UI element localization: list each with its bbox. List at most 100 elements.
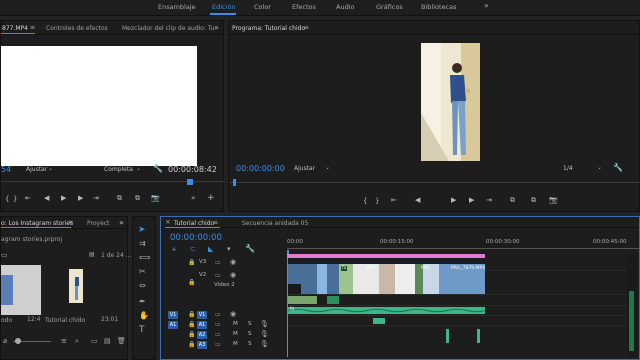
sync-icon[interactable]: ▭: [215, 259, 221, 266]
sync-icon[interactable]: ▭: [215, 321, 221, 328]
track-select-icon[interactable]: ⇉: [139, 239, 146, 248]
tab-effect-controls[interactable]: Controles de efectos: [46, 25, 108, 32]
wrench-icon[interactable]: 🔧: [153, 164, 163, 173]
more-controls-icon[interactable]: »: [191, 194, 195, 202]
tab-menu-icon[interactable]: ≡: [68, 219, 73, 226]
linked-selection-icon[interactable]: ⊂: [190, 245, 196, 253]
workspace-edicion[interactable]: Edición: [212, 3, 236, 11]
tab-menu-icon[interactable]: ≡: [304, 24, 309, 31]
sync-icon[interactable]: ▭: [215, 341, 221, 348]
sync-icon[interactable]: ▭: [215, 272, 221, 279]
zoom-out-icon[interactable]: ⌀: [3, 337, 7, 345]
step-forward-icon[interactable]: ▶: [78, 194, 83, 202]
marker-icon[interactable]: ▾: [227, 245, 231, 253]
go-to-out-icon[interactable]: ⇥: [486, 196, 492, 204]
add-marker-icon[interactable]: ◣: [208, 245, 213, 253]
workspace-ensamblaje[interactable]: Ensamblaje: [158, 3, 196, 11]
microphone-icon[interactable]: 🎙: [260, 340, 269, 348]
v1-clip[interactable]: [327, 296, 339, 304]
solo-button[interactable]: S: [248, 321, 252, 327]
program-title[interactable]: Programa: Tutorial chido: [232, 25, 305, 32]
track-v2-label[interactable]: V2: [199, 272, 206, 278]
mark-out-icon[interactable]: }: [375, 197, 379, 205]
overwrite-icon[interactable]: ⧉: [135, 194, 140, 203]
mute-button[interactable]: M: [233, 331, 238, 337]
source-timecode[interactable]: 54: [1, 165, 11, 174]
ripple-edit-icon[interactable]: ⟺: [139, 253, 150, 262]
audio-clip-a3[interactable]: [446, 329, 449, 343]
source-patch-a1[interactable]: A1: [168, 321, 178, 329]
audio-clip-a2[interactable]: [373, 318, 385, 324]
folder-icon[interactable]: ▭: [1, 251, 8, 259]
step-back-icon[interactable]: ◀: [415, 196, 420, 204]
workspace-bibliotecas[interactable]: Bibliotecas: [421, 3, 456, 11]
step-back-icon[interactable]: ◀: [44, 194, 49, 202]
camera-icon[interactable]: 📷: [549, 196, 558, 204]
track-a1-label[interactable]: A1: [197, 321, 207, 329]
tab-project[interactable]: Proyect: [87, 220, 109, 227]
workspace-graficos[interactable]: Gráficos: [376, 3, 403, 11]
source-scrub-bar[interactable]: [1, 179, 225, 185]
mute-button[interactable]: M: [233, 321, 238, 327]
track-lanes[interactable]: fx MVL MVL MVL_7879.MP4 fx: [287, 258, 627, 357]
audio-clip-a3[interactable]: [477, 329, 480, 343]
lock-icon[interactable]: 🔒: [188, 259, 195, 266]
program-fit-dropdown[interactable]: Ajustar: [294, 165, 315, 172]
mark-in-icon[interactable]: {: [5, 195, 9, 203]
mute-button[interactable]: M: [233, 341, 238, 347]
tab-menu-icon[interactable]: ≡: [30, 24, 35, 31]
pen-tool-icon[interactable]: ✒: [139, 297, 146, 306]
microphone-icon[interactable]: 🎙: [260, 330, 269, 338]
bin-icon[interactable]: ▤: [89, 251, 95, 258]
go-to-in-icon[interactable]: ⇤: [25, 194, 31, 202]
slider-handle[interactable]: [15, 338, 21, 344]
camera-icon[interactable]: 📷: [151, 194, 160, 202]
solo-button[interactable]: S: [248, 341, 252, 347]
timeline-timecode[interactable]: 00:00:00:00: [170, 233, 222, 243]
mark-in-icon[interactable]: {: [363, 197, 367, 205]
mark-out-icon[interactable]: }: [13, 195, 17, 203]
source-playhead[interactable]: [187, 179, 193, 185]
eye-icon[interactable]: ◉: [230, 271, 236, 279]
tab-sequence-nested[interactable]: Secuencia anidada 05: [242, 220, 308, 227]
solo-button[interactable]: S: [248, 331, 252, 337]
program-quality-dropdown[interactable]: 1/4: [563, 165, 573, 172]
program-scrub-bar[interactable]: [229, 178, 640, 186]
track-v3-label[interactable]: V3: [199, 259, 206, 265]
wrench-icon[interactable]: 🔧: [245, 244, 255, 253]
eye-icon[interactable]: ◉: [230, 258, 236, 266]
go-to-out-icon[interactable]: ⇥: [93, 194, 99, 202]
tab-source-clip[interactable]: 877.MP4: [2, 25, 28, 32]
video-clip[interactable]: [317, 264, 327, 294]
workspace-efectos[interactable]: Efectos: [292, 3, 316, 11]
eye-icon[interactable]: ◉: [230, 310, 236, 318]
video-clip[interactable]: [395, 264, 415, 294]
source-quality-dropdown[interactable]: Completa: [104, 166, 133, 173]
hand-tool-icon[interactable]: ✋: [139, 311, 149, 320]
microphone-icon[interactable]: 🎙: [260, 320, 269, 328]
track-v1-label[interactable]: V1: [197, 311, 207, 319]
project-item-thumb[interactable]: [1, 265, 41, 315]
trash-icon[interactable]: 🗑: [117, 337, 126, 345]
wrench-icon[interactable]: 🔧: [613, 163, 623, 172]
audio-clip-a1[interactable]: [287, 307, 485, 314]
add-button-icon[interactable]: +: [207, 193, 215, 203]
project-item-thumb[interactable]: [69, 269, 83, 303]
track-a3-label[interactable]: A3: [197, 341, 207, 349]
tab-project-bin[interactable]: o: Los Instagram stories: [1, 220, 73, 227]
lock-icon[interactable]: 🔒: [188, 279, 195, 286]
play-icon[interactable]: ▶: [451, 196, 456, 204]
workspace-audio[interactable]: Audio: [336, 3, 354, 11]
close-icon[interactable]: ×: [165, 218, 171, 226]
new-item-icon[interactable]: ▤: [104, 337, 111, 345]
tab-more-icon[interactable]: »: [119, 218, 124, 227]
extract-icon[interactable]: ⧉: [531, 196, 536, 205]
insert-icon[interactable]: ⧉: [117, 194, 122, 203]
source-patch-v1[interactable]: V1: [168, 311, 178, 319]
selection-tool-icon[interactable]: ➤: [138, 225, 146, 235]
lock-icon[interactable]: 🔒: [188, 311, 195, 318]
workspace-color[interactable]: Color: [254, 3, 271, 11]
source-fit-dropdown[interactable]: Ajustar: [26, 166, 47, 173]
lift-icon[interactable]: ⧉: [510, 196, 515, 205]
tab-menu-icon[interactable]: ≡: [213, 219, 218, 226]
